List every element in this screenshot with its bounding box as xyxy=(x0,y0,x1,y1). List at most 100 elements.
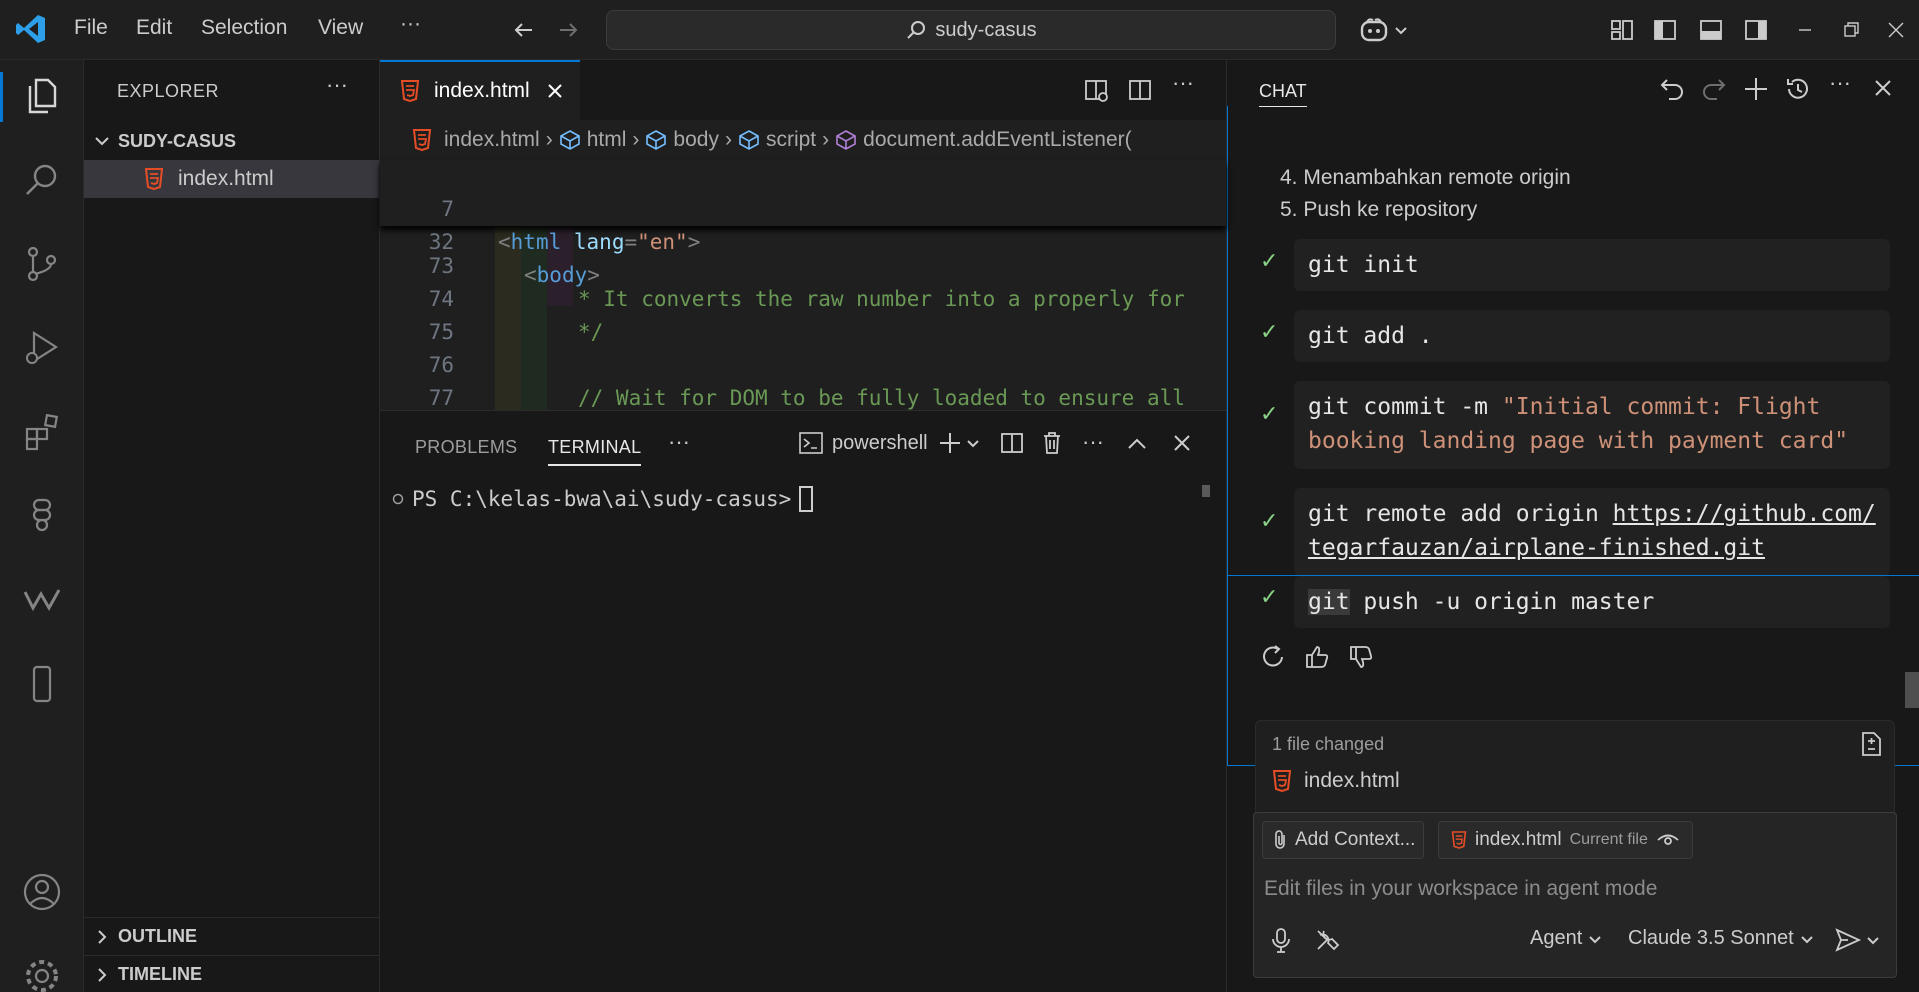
command-block[interactable]: git remote add origin https://github.com… xyxy=(1294,488,1890,575)
toggle-panel-icon[interactable] xyxy=(1699,18,1723,42)
gear-icon[interactable] xyxy=(18,952,66,992)
source-control-icon[interactable] xyxy=(18,240,66,288)
code-line[interactable]: 75 xyxy=(380,283,1226,344)
step-item: 4. Menambahkan remote origin xyxy=(1280,166,1571,189)
code-line[interactable]: 76 // Wait for DOM to be fully loaded to… xyxy=(380,316,1226,410)
sticky-scroll: 7 <html lang="en"> 32 <body> xyxy=(380,160,1226,287)
command-center-search[interactable]: sudy-casus xyxy=(606,10,1336,50)
title-bar: File Edit Selection View ··· sudy-casus xyxy=(0,0,1919,60)
send-button[interactable] xyxy=(1834,927,1880,953)
maximize-panel-icon[interactable] xyxy=(1126,433,1148,455)
command-text: git add . xyxy=(1308,323,1433,349)
breadcrumb-item[interactable]: script xyxy=(766,128,816,152)
terminal-more-icon[interactable]: ··· xyxy=(1082,429,1104,455)
add-context-button[interactable]: Add Context... xyxy=(1262,821,1425,859)
html-file-icon xyxy=(144,168,164,190)
close-window-icon[interactable] xyxy=(1886,18,1906,42)
menu-selection[interactable]: Selection xyxy=(201,16,287,40)
device-icon[interactable] xyxy=(18,660,66,708)
tab-index-html[interactable]: index.html xyxy=(380,60,580,120)
sticky-line[interactable]: 32 <body> xyxy=(380,193,1226,287)
menu-view[interactable]: View xyxy=(318,16,363,40)
chat-more-icon[interactable]: ··· xyxy=(1829,70,1851,96)
account-icon[interactable] xyxy=(18,868,66,916)
explorer-more-icon[interactable]: ··· xyxy=(326,72,348,98)
retry-icon[interactable] xyxy=(1260,644,1286,670)
copilot-menu[interactable] xyxy=(1358,16,1408,44)
eye-icon xyxy=(1657,834,1679,845)
restore-icon[interactable] xyxy=(1842,18,1860,42)
scrollbar[interactable] xyxy=(1202,485,1210,497)
explorer-icon[interactable] xyxy=(18,72,66,120)
tools-icon[interactable] xyxy=(1314,927,1342,953)
repo-link[interactable]: tegarfauzan/airplane-finished.git xyxy=(1308,535,1765,561)
check-icon: ✓ xyxy=(1260,584,1279,609)
current-file-chip[interactable]: index.html Current file xyxy=(1438,821,1693,859)
open-preview-icon[interactable] xyxy=(1084,78,1110,104)
command-block[interactable]: git add . xyxy=(1294,310,1890,362)
outline-header[interactable]: OUTLINE xyxy=(84,917,380,955)
folder-header[interactable]: SUDY-CASUS xyxy=(84,122,380,160)
thumbs-up-icon[interactable] xyxy=(1304,644,1330,670)
breadcrumb-item[interactable]: index.html xyxy=(444,128,540,152)
panel-more-icon[interactable]: ··· xyxy=(668,429,690,455)
code-line[interactable]: 77 document.addEventListener("DOMContent… xyxy=(380,349,1226,410)
tab-problems[interactable]: PROBLEMS xyxy=(415,437,517,458)
run-debug-icon[interactable] xyxy=(18,324,66,372)
menu-file[interactable]: File xyxy=(74,16,108,40)
cube-icon xyxy=(646,130,667,150)
microphone-icon[interactable] xyxy=(1270,927,1292,953)
chat-input[interactable]: Edit files in your workspace in agent mo… xyxy=(1264,877,1657,901)
html-file-icon xyxy=(412,129,432,151)
forward-arrow-icon[interactable] xyxy=(556,18,580,42)
file-item-index-html[interactable]: index.html xyxy=(84,160,379,198)
toggle-secondary-sidebar-icon[interactable] xyxy=(1744,18,1768,42)
tab-terminal[interactable]: TERMINAL xyxy=(548,437,642,466)
breadcrumb-item[interactable]: document.addEventListener( xyxy=(863,128,1132,152)
code-line[interactable]: 78 // Get the element containing the raw… xyxy=(380,382,1226,410)
extensions-icon[interactable] xyxy=(18,408,66,456)
changed-file-item[interactable]: index.html xyxy=(1272,769,1400,793)
customize-layout-icon[interactable] xyxy=(1610,18,1634,42)
diff-icon[interactable] xyxy=(1858,731,1884,757)
breadcrumb-item[interactable]: html xyxy=(587,128,627,152)
figma-icon[interactable] xyxy=(18,492,66,540)
terminal-profile[interactable]: powershell xyxy=(798,431,928,455)
chat-panel: CHAT ··· 4. Menambahkan remote origin 5.… xyxy=(1226,60,1919,992)
minimize-icon[interactable] xyxy=(1796,18,1814,42)
close-chat-icon[interactable] xyxy=(1873,78,1893,98)
command-block[interactable]: git commit -m "Initial commit: Flight bo… xyxy=(1294,381,1890,469)
outline-label: OUTLINE xyxy=(118,926,197,946)
timeline-header[interactable]: TIMELINE xyxy=(84,955,380,992)
undo-icon[interactable] xyxy=(1659,76,1685,102)
menu-more[interactable]: ··· xyxy=(400,12,421,36)
new-chat-plus-icon[interactable] xyxy=(1743,76,1769,102)
command-block[interactable]: git init xyxy=(1294,239,1890,291)
copilot-icon xyxy=(1360,18,1388,42)
chat-scrollbar[interactable] xyxy=(1905,672,1919,708)
thumbs-down-icon[interactable] xyxy=(1348,644,1374,670)
editor-more-icon[interactable]: ··· xyxy=(1172,70,1194,96)
redo-icon[interactable] xyxy=(1701,76,1727,102)
close-panel-icon[interactable] xyxy=(1172,433,1192,453)
sticky-line[interactable]: 7 <html lang="en"> xyxy=(380,160,1226,254)
mode-picker[interactable]: Agent xyxy=(1530,927,1602,950)
split-terminal-icon[interactable] xyxy=(1000,431,1024,455)
breadcrumb-item[interactable]: body xyxy=(673,128,719,152)
search-activity-icon[interactable] xyxy=(18,156,66,204)
new-terminal-button[interactable] xyxy=(938,431,980,455)
terminal-output[interactable]: PS C:\kelas-bwa\ai\sudy-casus> xyxy=(392,486,814,512)
split-editor-icon[interactable] xyxy=(1128,78,1154,104)
model-picker[interactable]: Claude 3.5 Sonnet xyxy=(1628,927,1814,950)
trash-icon[interactable] xyxy=(1040,431,1064,455)
toggle-primary-sidebar-icon[interactable] xyxy=(1653,18,1677,42)
history-icon[interactable] xyxy=(1785,76,1811,102)
command-block[interactable]: git push -u origin master xyxy=(1294,576,1890,628)
windsurf-icon[interactable] xyxy=(18,576,66,624)
menu-edit[interactable]: Edit xyxy=(136,16,172,40)
back-arrow-icon[interactable] xyxy=(512,18,536,42)
command-string: "Initial commit: Flight xyxy=(1501,394,1821,420)
terminal-prompt: PS C:\kelas-bwa\ai\sudy-casus> xyxy=(412,487,792,511)
repo-link[interactable]: https://github.com/ xyxy=(1613,501,1876,527)
check-icon: ✓ xyxy=(1260,508,1279,533)
